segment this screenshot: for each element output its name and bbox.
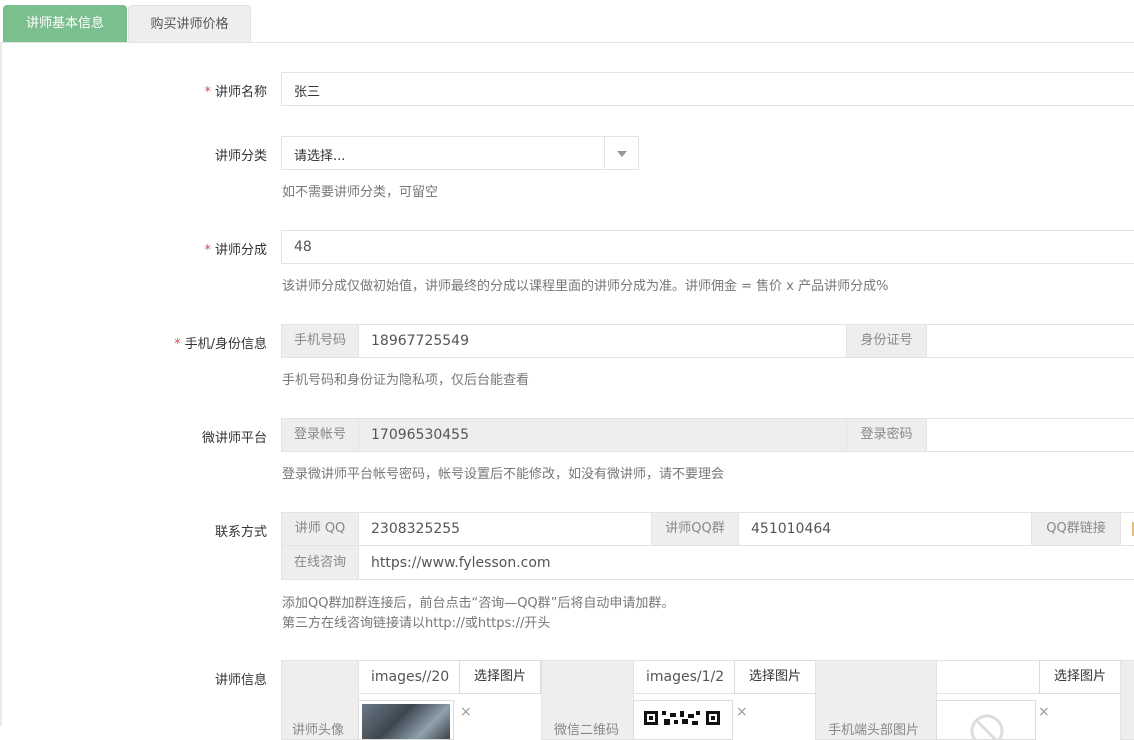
account-input[interactable]: 17096530455 [358,418,847,452]
platform-label: 微讲师平台 [201,431,267,446]
mobile-header-remove-icon[interactable]: × [1038,704,1050,720]
avatar-path-input[interactable]: images//20 [358,660,460,694]
tab-bar: 讲师基本信息 购买讲师价格 [0,0,1134,43]
avatar-image [362,704,450,739]
contact-help-line2: 第三方在线咨询链接请以http://或https://开头 [282,616,551,631]
name-label: * 讲师名称 [204,85,267,100]
qrcode-choose-button[interactable]: 选择图片 [734,660,816,694]
avatar-remove-icon[interactable]: × [460,704,472,720]
select-divider [604,137,605,169]
qrcode-addon: 微信二维码 [541,660,634,740]
avatar-choose-button[interactable]: 选择图片 [459,660,541,694]
qq-addon: 讲师 QQ [281,512,359,546]
id-card-input[interactable] [926,324,1134,358]
qrcode-thumbnail [633,700,733,740]
category-help: 如不需要讲师分类，可留空 [282,185,439,200]
contact-help-line1: 添加QQ群加群连接后，前台点击“咨询—QQ群”后将自动申请加群。 [282,596,675,611]
qrcode-remove-icon[interactable]: × [736,704,748,720]
consult-addon: 在线咨询 [281,545,359,580]
commission-input[interactable]: 48 [281,230,1134,264]
qq-value: 2308325255 [371,521,461,537]
category-selected: 请选择... [294,149,346,164]
qrcode-path: images/1/2 [646,669,725,685]
content-left-border [0,42,2,726]
phone-value: 18967725549 [371,333,469,349]
info-label: 讲师信息 [214,673,267,688]
name-input[interactable]: 张三 [281,72,1134,106]
required-mark: * [174,337,181,352]
commission-help: 该讲师分成仅做初始值，讲师最终的分成以课程里面的讲师分成为准。讲师佣金 = 售价… [282,279,889,294]
commission-value: 48 [294,239,312,255]
phone-addon: 手机号码 [281,324,359,358]
mobile-header-addon: 手机端头部图片 [815,660,937,740]
category-label: 讲师分类 [214,149,267,164]
mobile-header-thumbnail [936,700,1036,740]
identity-help: 手机号码和身份证为隐私项，仅后台能查看 [282,373,530,388]
qq-group-link-addon: QQ群链接 [1031,512,1121,546]
mobile-header-choose-button[interactable]: 选择图片 [1039,660,1121,694]
required-mark: * [204,243,211,258]
password-input[interactable] [926,418,1134,452]
qq-input[interactable]: 2308325255 [358,512,652,546]
name-value: 张三 [294,85,321,100]
phone-input[interactable]: 18967725549 [358,324,847,358]
consult-input[interactable]: https://www.fylesson.com [358,545,1134,580]
chevron-down-icon [617,151,627,157]
avatar-addon: 讲师头像 [281,660,359,740]
id-card-addon: 身份证号 [846,324,927,358]
consult-value: https://www.fylesson.com [371,555,551,571]
tab-price[interactable]: 购买讲师价格 [128,5,251,42]
qq-group-value: 451010464 [751,521,832,537]
identity-label: * 手机/身份信息 [174,337,267,352]
password-addon: 登录密码 [846,418,927,452]
avatar-thumbnail [358,700,454,740]
platform-help: 登录微讲师平台帐号密码，帐号设置后不能修改，如没有微讲师，请不要理会 [282,467,725,482]
avatar-path: images//20 [371,669,450,685]
qrcode-path-input[interactable]: images/1/2 [633,660,735,694]
contact-label: 联系方式 [214,525,267,540]
qq-group-input[interactable]: 451010464 [738,512,1032,546]
category-select[interactable]: 请选择... [281,136,639,170]
account-value: 17096530455 [371,427,469,443]
commission-label: * 讲师分成 [204,243,267,258]
mobile-header-path-input[interactable] [936,660,1040,694]
tab-basic-info[interactable]: 讲师基本信息 [3,5,127,42]
account-addon: 登录帐号 [281,418,359,452]
qq-group-link-input[interactable] [1120,512,1134,546]
required-mark: * [204,85,211,100]
qq-group-addon: 讲师QQ群 [651,512,739,546]
next-field-addon [1120,660,1134,740]
